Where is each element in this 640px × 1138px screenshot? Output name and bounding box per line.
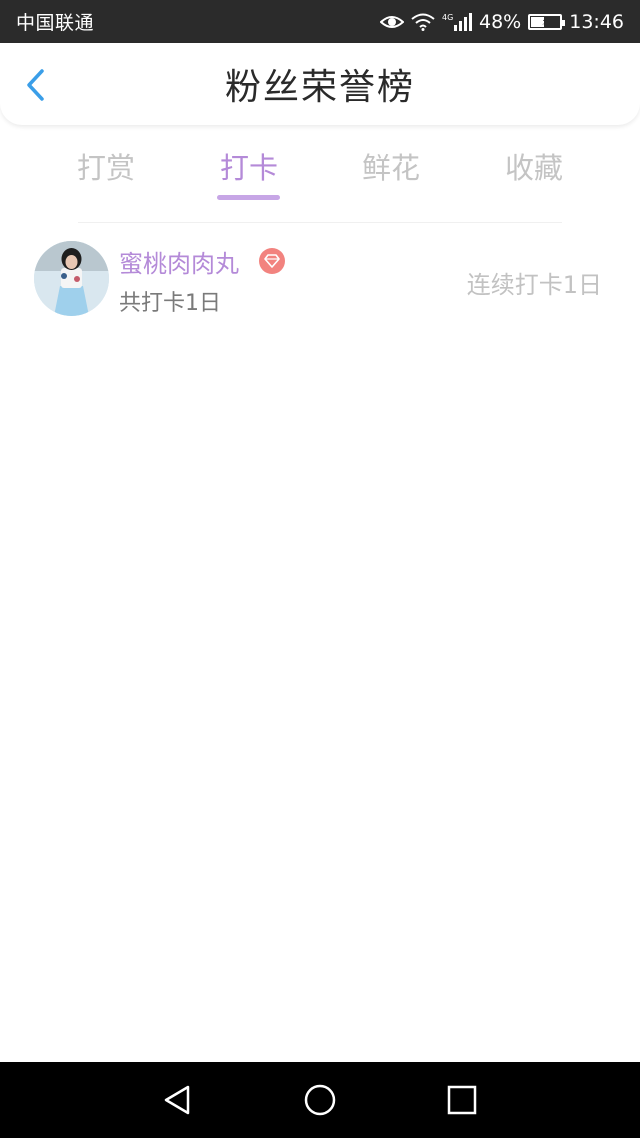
carrier-name: 中国联通 bbox=[16, 12, 95, 34]
signal-icon: 4G bbox=[442, 12, 472, 32]
network-type: 4G bbox=[442, 13, 453, 22]
tab-favorites[interactable]: 收藏 bbox=[474, 145, 594, 205]
list-item[interactable]: 蜜桃肉肉丸 共打卡1日 连续打卡1日 bbox=[0, 236, 640, 322]
recents-square-icon[interactable] bbox=[444, 1082, 480, 1118]
status-icons: 4G 48% ⚡ 13:46 bbox=[380, 11, 624, 33]
battery-percent: 48% bbox=[479, 10, 522, 33]
tab-tip[interactable]: 打赏 bbox=[46, 145, 166, 205]
home-circle-icon[interactable] bbox=[302, 1082, 338, 1118]
diamond-icon bbox=[259, 248, 285, 274]
status-bar: 中国联通 4G 48% ⚡ 13:46 bbox=[0, 0, 640, 43]
system-nav-bar bbox=[0, 1062, 640, 1138]
active-tab-indicator bbox=[217, 195, 280, 200]
user-name[interactable]: 蜜桃肉肉丸 bbox=[119, 244, 239, 279]
wifi-icon bbox=[411, 13, 435, 31]
charging-bolt-icon: ⚡ bbox=[541, 15, 550, 28]
streak-checkin-text: 连续打卡1日 bbox=[466, 271, 602, 299]
eye-icon bbox=[380, 14, 404, 30]
back-triangle-icon[interactable] bbox=[160, 1082, 196, 1118]
avatar[interactable] bbox=[34, 241, 109, 316]
tab-bar: 打赏 打卡 鲜花 收藏 bbox=[0, 125, 640, 210]
divider bbox=[78, 222, 562, 223]
clock: 13:46 bbox=[569, 10, 624, 33]
page-title: 粉丝荣誉榜 bbox=[224, 67, 415, 108]
header: 粉丝荣誉榜 bbox=[0, 43, 640, 125]
battery-icon: ⚡ bbox=[528, 13, 566, 30]
back-button[interactable] bbox=[18, 65, 52, 105]
chevron-left-icon bbox=[27, 69, 44, 101]
total-checkin-text: 共打卡1日 bbox=[119, 291, 221, 316]
tab-flowers[interactable]: 鲜花 bbox=[331, 145, 451, 205]
